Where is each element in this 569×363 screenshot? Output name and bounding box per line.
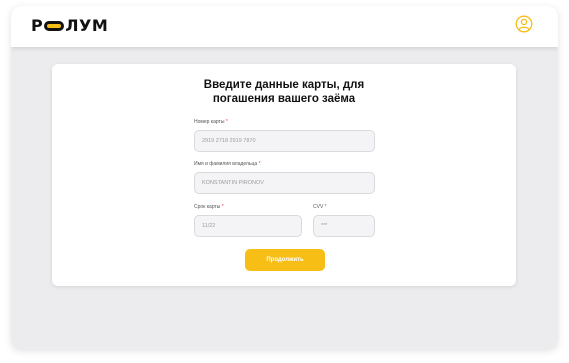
logo-text-right: ЛУМ (65, 16, 109, 35)
cvv-input[interactable]: *** (313, 215, 375, 237)
card-number-label-text: Номер карты (194, 119, 225, 125)
payment-card-form: Введите данные карты, для погашения ваше… (52, 64, 516, 286)
form-title-line-2: погашения вашего заёма (212, 93, 356, 105)
holder-name-label: Имя и фамилия владельца * (194, 161, 261, 167)
required-mark: * (324, 204, 327, 210)
card-number-input[interactable]: 2919 2718 2919 7870 (194, 130, 375, 152)
expiry-label: Срок карты * (194, 204, 224, 210)
form-title: Введите данные карты, для погашения ваше… (52, 78, 516, 106)
cvv-label-text: CVV (313, 204, 324, 210)
holder-name-input[interactable]: KONSTANTIN PIRONOV (194, 172, 375, 194)
app-window: Р ЛУМ Введите данные карты, для погашени… (11, 6, 558, 349)
form-title-line-1: Введите данные карты, для (203, 79, 365, 91)
user-circle-icon[interactable] (515, 15, 533, 33)
header: Р ЛУМ (11, 6, 558, 47)
expiry-input[interactable]: 11/22 (194, 215, 302, 237)
logo-text-left: Р (31, 16, 44, 35)
cvv-label: CVV * (313, 204, 327, 210)
logo-pill-icon (44, 21, 65, 31)
required-mark: * (225, 119, 228, 125)
continue-button[interactable]: Продолжить (245, 249, 325, 271)
required-mark: * (221, 204, 224, 210)
holder-name-label-text: Имя и фамилия владельца (194, 161, 258, 167)
expiry-label-text: Срок карты (194, 204, 221, 210)
required-mark: * (258, 161, 261, 167)
logo[interactable]: Р ЛУМ (31, 17, 108, 35)
card-number-label: Номер карты * (194, 119, 228, 125)
